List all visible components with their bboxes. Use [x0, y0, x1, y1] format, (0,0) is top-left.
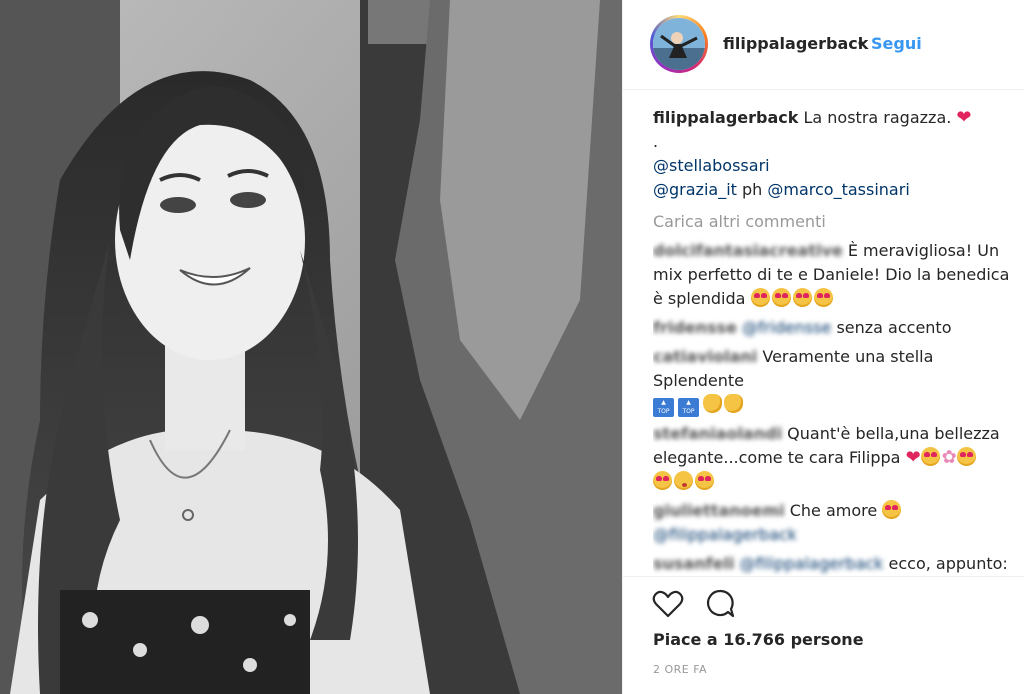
- caption-dot: .: [653, 132, 659, 151]
- avatar[interactable]: [650, 15, 708, 73]
- top-arrow-emoji-icon: ▲ TOP: [653, 398, 674, 417]
- comment-username[interactable]: susanfeli: [653, 554, 734, 573]
- comment-text: Che amore: [789, 501, 878, 520]
- comment-text: senza accento: [836, 318, 952, 337]
- comment-mention[interactable]: @filippalagerback: [653, 525, 797, 544]
- header-username[interactable]: filippalagerback: [723, 34, 868, 53]
- comment-username[interactable]: stefaniaolandi: [653, 424, 782, 443]
- comment-username[interactable]: fridensse: [653, 318, 737, 337]
- caption-username[interactable]: filippalagerback: [653, 108, 798, 127]
- header-separator: •: [856, 34, 866, 53]
- photo-illustration: [0, 0, 622, 694]
- comments-list: filippalagerback La nostra ragazza. ❤ . …: [653, 106, 1013, 576]
- kissing-face-emoji-icon: [674, 471, 693, 490]
- load-more-comments[interactable]: Carica altri commenti: [653, 210, 1013, 234]
- red-heart-icon: ❤: [956, 107, 972, 128]
- red-heart-icon: ❤: [905, 447, 921, 468]
- avatar-image: [653, 18, 705, 70]
- caption: filippalagerback La nostra ragazza. ❤: [653, 106, 1013, 130]
- post-timestamp[interactable]: 2 ORE FA: [653, 663, 707, 676]
- post-sidebar: filippalagerback • Segui filippalagerbac…: [622, 0, 1024, 694]
- mention-link[interactable]: @marco_tassinari: [767, 180, 909, 199]
- comment-item: fridensse @fridensse senza accento: [653, 316, 1013, 340]
- comment-mention[interactable]: @filippalagerback: [740, 554, 884, 573]
- heart-eyes-emoji-icon: [792, 288, 812, 307]
- heart-eyes-emoji-icon: [750, 288, 770, 307]
- comment-item: dolcifantasiacreative È meravigliosa! Un…: [653, 239, 1013, 311]
- post-header: filippalagerback • Segui: [623, 0, 1024, 90]
- heart-eyes-emoji-icon: [695, 471, 714, 490]
- comment-username[interactable]: dolcifantasiacreative: [653, 241, 843, 260]
- comment-username[interactable]: giuliettanoemi: [653, 501, 785, 520]
- heart-eyes-emoji-icon: [920, 447, 940, 466]
- post-photo[interactable]: [0, 0, 622, 694]
- clapping-hands-emoji-icon: [703, 394, 722, 413]
- caption-ph: ph: [742, 180, 763, 199]
- clapping-hands-emoji-icon: [724, 394, 743, 413]
- mention-link[interactable]: @grazia_it: [653, 180, 737, 199]
- comment-text: ecco, appunto:: [888, 554, 1008, 573]
- heart-eyes-emoji-icon: [653, 471, 672, 490]
- comment-item: giuliettanoemi Che amore @filippalagerba…: [653, 499, 1013, 547]
- follow-button[interactable]: Segui: [871, 34, 922, 53]
- comment-item: stefaniaolandi Quant'è bella,una bellezz…: [653, 422, 1013, 494]
- heart-outline-icon[interactable]: [651, 587, 685, 621]
- post-footer: Piace a 16.766 persone 2 ORE FA: [623, 576, 1024, 694]
- cherry-blossom-emoji-icon: ✿: [941, 447, 957, 468]
- comment-mention[interactable]: @fridensse: [742, 318, 831, 337]
- top-arrow-emoji-icon: ▲ TOP: [678, 398, 699, 417]
- heart-eyes-emoji-icon: [956, 447, 976, 466]
- heart-eyes-emoji-icon: [771, 288, 791, 307]
- heart-eyes-emoji-icon: [813, 288, 833, 307]
- speech-bubble-icon[interactable]: [703, 587, 737, 621]
- comment-item: susanfeli @filippalagerback ecco, appunt…: [653, 552, 1013, 576]
- likes-count[interactable]: Piace a 16.766 persone: [653, 630, 864, 649]
- mention-link[interactable]: @stellabossari: [653, 156, 770, 175]
- caption-text: La nostra ragazza.: [803, 108, 952, 127]
- comment-username[interactable]: catiaviolani: [653, 347, 757, 366]
- comment-item: catiaviolani Veramente una stella Splend…: [653, 345, 1013, 417]
- heart-eyes-emoji-icon: [882, 500, 902, 519]
